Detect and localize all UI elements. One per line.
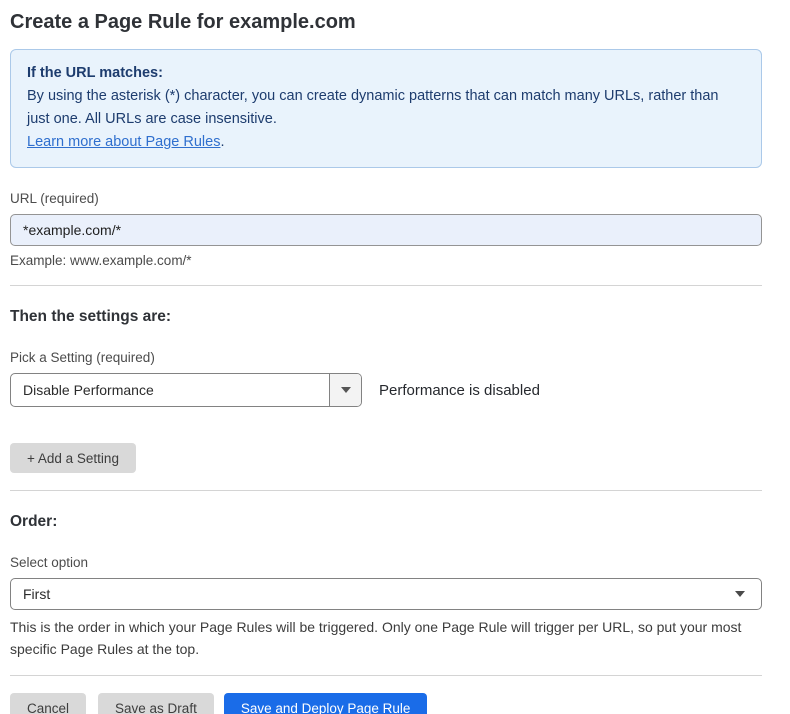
order-select[interactable]: First — [10, 578, 762, 610]
pick-setting-label: Pick a Setting (required) — [10, 349, 762, 366]
divider — [10, 675, 762, 676]
settings-section-heading: Then the settings are: — [10, 307, 762, 327]
setting-select[interactable]: Disable Performance — [10, 373, 362, 407]
link-suffix: . — [220, 134, 224, 150]
info-box-link-line: Learn more about Page Rules. — [27, 131, 745, 154]
page-title: Create a Page Rule for example.com — [10, 9, 762, 35]
footer-actions: Cancel Save as Draft Save and Deploy Pag… — [10, 693, 762, 714]
order-select-label: Select option — [10, 554, 762, 571]
chevron-down-icon — [341, 387, 351, 393]
chevron-down-icon — [735, 591, 745, 597]
setting-row: Disable Performance Performance is disab… — [10, 373, 762, 407]
url-matches-info-box: If the URL matches: By using the asteris… — [10, 49, 762, 168]
info-box-heading: If the URL matches: — [27, 62, 745, 85]
setting-select-arrow-button[interactable] — [329, 374, 361, 406]
order-select-value: First — [11, 586, 735, 602]
order-help-text: This is the order in which your Page Rul… — [10, 616, 750, 660]
url-example-text: Example: www.example.com/* — [10, 253, 762, 268]
url-field-label: URL (required) — [10, 190, 762, 207]
info-box-body: By using the asterisk (*) character, you… — [27, 85, 745, 131]
save-as-draft-button[interactable]: Save as Draft — [98, 693, 214, 714]
cancel-button[interactable]: Cancel — [10, 693, 86, 714]
add-setting-button[interactable]: + Add a Setting — [10, 443, 136, 473]
save-and-deploy-button[interactable]: Save and Deploy Page Rule — [224, 693, 428, 714]
setting-status-text: Performance is disabled — [379, 382, 540, 399]
setting-select-value: Disable Performance — [11, 382, 329, 398]
url-input[interactable] — [10, 214, 762, 246]
learn-more-link[interactable]: Learn more about Page Rules — [27, 134, 220, 150]
order-section-heading: Order: — [10, 512, 762, 532]
divider — [10, 490, 762, 491]
divider — [10, 285, 762, 286]
page-rule-form: Create a Page Rule for example.com If th… — [10, 9, 762, 714]
